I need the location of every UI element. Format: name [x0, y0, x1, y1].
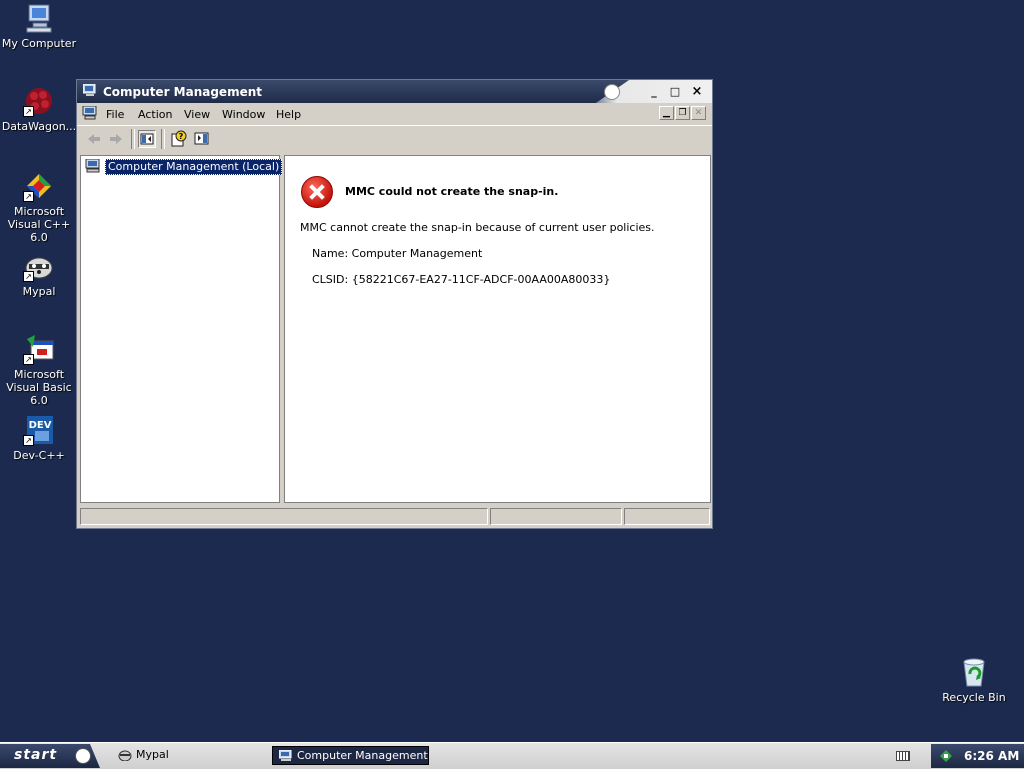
status-bar — [77, 505, 712, 527]
forward-arrow-icon[interactable] — [107, 130, 125, 148]
status-cell-2 — [490, 508, 622, 525]
mdi-minimize-button[interactable]: ▁ — [659, 106, 674, 120]
error-snapin-name: Name: Computer Management — [312, 247, 483, 260]
dev-cpp-icon: DEV ↗ — [23, 414, 55, 446]
mdi-close-button[interactable]: ✕ — [691, 106, 706, 120]
computer-icon — [23, 2, 55, 34]
close-button[interactable]: × — [690, 85, 704, 98]
menu-view[interactable]: View — [184, 108, 210, 121]
mdi-child-icon[interactable] — [82, 105, 98, 120]
menu-action[interactable]: Action — [138, 108, 172, 121]
system-tray: 6:26 AM — [931, 744, 1024, 768]
desktop-icon-datawagon[interactable]: ↗ DataWagon... — [0, 85, 78, 133]
toolbar-separator — [131, 129, 135, 149]
back-arrow-icon[interactable] — [85, 130, 103, 148]
start-button[interactable]: start — [0, 744, 100, 768]
computer-management-icon — [82, 83, 97, 96]
shortcut-arrow-icon: ↗ — [23, 106, 34, 117]
show-hide-action-pane-icon[interactable] — [193, 130, 211, 148]
mypal-raccoon-icon: ↗ — [23, 250, 55, 282]
recycle-bin-icon — [958, 656, 990, 688]
taskbar-button-label: Computer Management — [297, 749, 428, 762]
desktop-icon-recycle-bin[interactable]: Recycle Bin — [935, 656, 1013, 704]
result-pane: MMC could not create the snap-in. MMC ca… — [284, 155, 711, 503]
computer-icon — [85, 158, 101, 173]
mypal-raccoon-icon — [118, 749, 132, 762]
menu-window[interactable]: Window — [222, 108, 265, 121]
computer-management-window: Computer Management _ □ × File Action Vi… — [76, 79, 713, 529]
shortcut-arrow-icon: ↗ — [23, 271, 34, 282]
error-clsid: CLSID: {58221C67-EA27-11CF-ADCF-00AA00A8… — [312, 273, 611, 286]
title-bar[interactable]: Computer Management _ □ × — [77, 80, 712, 103]
shortcut-arrow-icon: ↗ — [23, 191, 34, 202]
tree-item-label: Computer Management (Local) — [105, 159, 283, 175]
show-hide-tree-icon[interactable] — [138, 130, 156, 148]
desktop-icon-label: Microsoft Visual C++ 6.0 — [7, 205, 71, 244]
desktop-icon-mypal[interactable]: ↗ Mypal — [0, 250, 78, 298]
desktop-icon-visual-cpp[interactable]: ↗ Microsoft Visual C++ 6.0 — [0, 170, 78, 244]
clock[interactable]: 6:26 AM — [964, 749, 1019, 763]
status-cell-3 — [624, 508, 710, 525]
error-icon — [301, 176, 333, 208]
toolbar-separator — [161, 129, 165, 149]
mdi-restore-button[interactable]: ❐ — [675, 106, 690, 120]
window-title: Computer Management — [103, 85, 262, 99]
desktop-icon-label: My Computer — [1, 37, 77, 50]
shortcut-arrow-icon: ↗ — [23, 435, 34, 446]
shortcut-arrow-icon: ↗ — [23, 354, 34, 365]
error-heading: MMC could not create the snap-in. — [345, 185, 559, 198]
desktop-icon-label: Mypal — [22, 285, 56, 298]
toolbar: ? — [77, 125, 712, 152]
svg-text:?: ? — [179, 132, 184, 141]
taskbar-button-computer-management[interactable]: Computer Management — [272, 746, 429, 765]
desktop-icon-label: Microsoft Visual Basic 6.0 — [6, 368, 72, 407]
visual-cpp-icon: ↗ — [23, 170, 55, 202]
theme-orb-icon — [604, 84, 620, 100]
maximize-button[interactable]: □ — [668, 85, 682, 98]
status-cell-main — [80, 508, 488, 525]
taskbar-button-label: Mypal — [136, 748, 169, 761]
svg-text:DEV: DEV — [29, 420, 52, 431]
datawagon-icon: ↗ — [23, 85, 55, 117]
help-icon[interactable]: ? — [170, 130, 188, 148]
error-message: MMC cannot create the snap-in because of… — [300, 221, 655, 234]
menu-file[interactable]: File — [106, 108, 124, 121]
taskbar: start Mypal Computer Management 6:26 AM — [0, 742, 1024, 769]
desktop-icon-label: Recycle Bin — [942, 691, 1006, 704]
desktop-icon-visual-basic[interactable]: ↗ Microsoft Visual Basic 6.0 — [0, 333, 78, 407]
start-label: start — [14, 747, 58, 763]
console-tree-pane[interactable]: Computer Management (Local) — [80, 155, 283, 503]
keyboard-language-icon[interactable] — [896, 751, 910, 761]
menu-bar: File Action View Window Help ▁ ❐ ✕ — [77, 103, 712, 125]
taskbar-button-mypal[interactable]: Mypal — [112, 746, 262, 765]
network-tray-icon[interactable] — [939, 749, 953, 763]
desktop-icon-my-computer[interactable]: My Computer — [0, 2, 78, 50]
desktop-icon-dev-cpp[interactable]: DEV ↗ Dev-C++ — [0, 414, 78, 462]
start-orb-icon — [75, 748, 91, 764]
visual-basic-icon: ↗ — [23, 333, 55, 365]
menu-help[interactable]: Help — [276, 108, 301, 121]
minimize-button[interactable]: _ — [647, 85, 661, 98]
desktop-icon-label: Dev-C++ — [13, 449, 65, 462]
desktop-icon-label: DataWagon... — [1, 120, 77, 133]
computer-management-icon — [278, 749, 293, 762]
